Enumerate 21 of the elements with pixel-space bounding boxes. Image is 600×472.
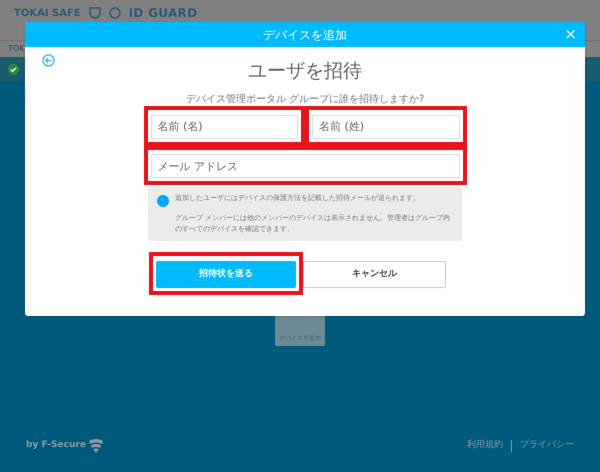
logo-text: TOKAI SAFE (14, 6, 81, 20)
check-icon (8, 64, 19, 74)
prompt-text: デバイス管理ポータル グループに誰を招待しますか? (186, 94, 424, 106)
footer-link[interactable]: 利用規約 (467, 439, 503, 453)
cancel-button[interactable]: キャンセル (303, 261, 446, 288)
logo-icon (108, 7, 121, 19)
back-icon[interactable] (42, 54, 55, 67)
nav-text: TOK (8, 44, 24, 54)
close-button[interactable]: × (564, 25, 577, 43)
send-invite-button[interactable]: 招待状を送る (156, 261, 296, 288)
brand-text: by F-Secure (26, 439, 86, 452)
brand-logo-icon (88, 439, 104, 453)
text-field[interactable]: 名前 (名) (150, 114, 298, 138)
text-field[interactable]: メール アドレス (150, 154, 460, 178)
logo-text: ID GUARD (128, 5, 198, 22)
dialog-title: デバイスを追加 (263, 26, 347, 44)
shield-icon (88, 7, 101, 19)
info-dot-icon (157, 195, 169, 207)
text-field[interactable]: 名前 (姓) (312, 114, 460, 138)
dialog-heading: ユーザを招待 (248, 59, 362, 84)
footer-link[interactable]: プライバシー (520, 439, 574, 453)
